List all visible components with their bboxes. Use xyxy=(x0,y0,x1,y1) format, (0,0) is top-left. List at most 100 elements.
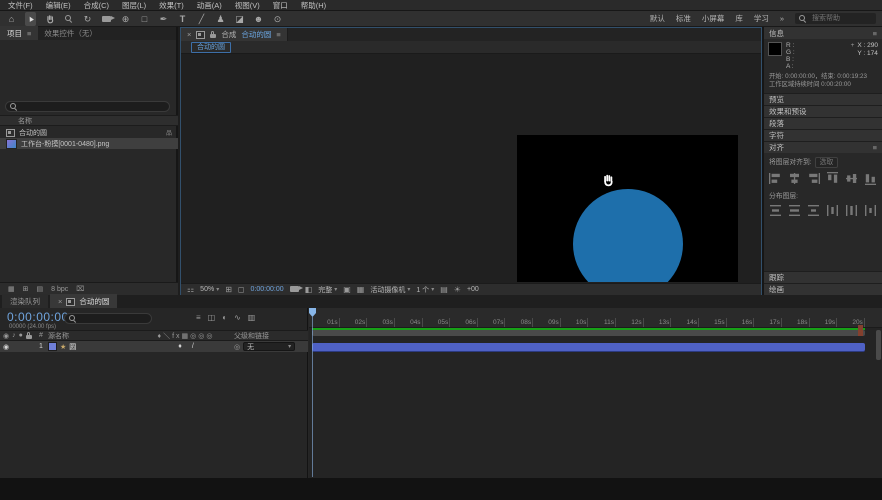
effects-presets-panel-header[interactable]: 效果和预设 xyxy=(764,105,882,117)
zoom-tool-icon[interactable] xyxy=(63,12,74,26)
mask-tool-icon[interactable]: □ xyxy=(139,12,150,26)
distribute-left-icon[interactable] xyxy=(825,204,839,216)
view-layout-select[interactable]: 1 个▾ xyxy=(416,285,434,295)
preview-panel-header[interactable]: 预览 xyxy=(764,93,882,105)
new-composition-icon[interactable]: ▤ xyxy=(37,285,44,293)
graph-editor-icon[interactable]: ∿ xyxy=(234,313,241,322)
project-search-input[interactable] xyxy=(18,102,152,111)
help-search[interactable] xyxy=(795,13,876,24)
character-panel-header[interactable]: 字符 xyxy=(764,129,882,141)
pan-behind-tool-icon[interactable]: ⊕ xyxy=(120,12,131,26)
parent-select[interactable]: 无 ▾ xyxy=(243,342,295,351)
layer-visibility-icon[interactable]: ◉ xyxy=(3,343,9,351)
tab-project[interactable]: 项目 ≡ xyxy=(0,26,38,40)
exposure-icon[interactable]: ☀ xyxy=(454,285,461,294)
eraser-tool-icon[interactable]: ◪ xyxy=(234,12,245,26)
menu-item[interactable]: 帮助(H) xyxy=(301,0,326,11)
panel-menu-icon[interactable]: ≡ xyxy=(873,29,877,38)
menu-item[interactable]: 编辑(E) xyxy=(46,0,71,11)
menu-item[interactable]: 效果(T) xyxy=(159,0,184,11)
workspace-overflow-icon[interactable]: » xyxy=(780,14,784,23)
lock-icon[interactable] xyxy=(210,34,216,38)
align-panel-header[interactable]: 对齐 ≡ xyxy=(764,141,882,153)
camera-tool-icon[interactable] xyxy=(101,12,112,26)
selection-tool-icon[interactable]: ▲ xyxy=(25,12,36,26)
distribute-horizontal-center-icon[interactable] xyxy=(844,204,858,216)
home-icon[interactable]: ⌂ xyxy=(6,12,17,26)
roto-brush-tool-icon[interactable]: ☻ xyxy=(253,12,264,26)
paint-panel-header[interactable]: 绘画 xyxy=(764,283,882,295)
mask-visibility-icon[interactable]: ◻ xyxy=(238,285,245,294)
hand-tool-icon[interactable] xyxy=(44,12,55,26)
project-name-column-header[interactable]: 名称 xyxy=(0,115,178,126)
timeline-search[interactable] xyxy=(64,313,152,324)
audio-column-icon[interactable]: ♪ xyxy=(12,332,16,339)
solo-column-icon[interactable]: ● xyxy=(19,332,23,339)
text-tool-icon[interactable]: T xyxy=(177,12,188,26)
layer-fx-switch[interactable]: / xyxy=(192,343,194,350)
puppet-tool-icon[interactable]: ⊙ xyxy=(272,12,283,26)
tracker-panel-header[interactable]: 跟踪 xyxy=(764,271,882,283)
tab-effect-controls[interactable]: 效果控件（无） xyxy=(38,26,103,40)
project-item-footage[interactable]: 工作台-粉摸[0001-0480].png xyxy=(0,138,178,149)
align-right-icon[interactable] xyxy=(807,172,821,184)
circle-layer[interactable] xyxy=(573,189,683,282)
new-folder-icon[interactable]: ⊞ xyxy=(23,285,29,293)
video-column-icon[interactable]: ◉ xyxy=(3,332,9,340)
switches-column-header[interactable]: ♦＼fx▦◎◎◎ xyxy=(140,331,232,341)
timeline-search-input[interactable] xyxy=(77,314,145,323)
align-left-icon[interactable] xyxy=(769,172,783,184)
tab-render-queue[interactable]: 渲染队列 xyxy=(2,294,48,308)
panel-menu-icon[interactable]: ≡ xyxy=(27,29,31,38)
layer-row[interactable]: ◉ 1 ★ 圆 ♦ / ◎ 无 ▾ xyxy=(0,341,308,352)
align-center-horizontal-icon[interactable] xyxy=(788,172,802,184)
flowchart-icon[interactable]: ▤ xyxy=(440,285,448,294)
info-panel-header[interactable]: 信息 ≡ xyxy=(764,27,882,39)
align-to-select[interactable]: 选取 xyxy=(815,157,839,168)
lock-column-icon[interactable] xyxy=(26,335,32,339)
resolution-select[interactable]: 完整▾ xyxy=(318,285,337,295)
distribute-top-icon[interactable] xyxy=(769,204,783,216)
paragraph-panel-header[interactable]: 段落 xyxy=(764,117,882,129)
panel-menu-icon[interactable]: ≡ xyxy=(276,30,280,39)
workspace-item[interactable]: 学习 xyxy=(754,13,769,24)
motion-blur-icon[interactable]: ◐ xyxy=(222,313,227,322)
distribute-right-icon[interactable] xyxy=(863,204,877,216)
current-time-display[interactable]: 0:00:00:00 xyxy=(7,310,69,324)
frame-blending-icon[interactable]: ◫ xyxy=(208,313,216,322)
pen-tool-icon[interactable]: ✒ xyxy=(158,12,169,26)
delete-icon[interactable]: ⌧ xyxy=(76,285,84,293)
channels-icon[interactable]: ◧ xyxy=(305,285,313,294)
align-top-icon[interactable] xyxy=(825,172,839,184)
menu-item[interactable]: 图层(L) xyxy=(122,0,146,11)
exposure-value[interactable]: +00 xyxy=(467,286,479,293)
project-item-composition[interactable]: 合动的圆 品 xyxy=(0,127,178,138)
usage-icon[interactable]: 品 xyxy=(166,128,172,137)
transparency-grid-icon[interactable]: ▦ xyxy=(357,285,365,294)
menu-item[interactable]: 窗口 xyxy=(273,0,288,11)
workspace-item[interactable]: 小屏幕 xyxy=(702,13,725,24)
workspace-item[interactable]: 库 xyxy=(735,13,743,24)
composition-viewport[interactable] xyxy=(517,135,738,282)
tab-composition[interactable]: × 合成 合动的圆 ≡ xyxy=(181,28,288,41)
menu-item[interactable]: 动画(A) xyxy=(197,0,222,11)
grid-guides-icon[interactable]: ⊞ xyxy=(225,285,232,294)
orbit-tool-icon[interactable]: ↻ xyxy=(82,12,93,26)
workspace-item[interactable]: 标准 xyxy=(676,13,691,24)
timeline-marker[interactable] xyxy=(858,325,863,336)
comp-current-time[interactable]: 0:00:00:00 xyxy=(251,286,284,293)
layer-duration-bar[interactable] xyxy=(312,343,865,351)
layer-color-chip[interactable] xyxy=(48,342,57,351)
breadcrumb[interactable]: 合动的圆 xyxy=(191,42,231,53)
color-depth-label[interactable]: 8 bpc xyxy=(51,286,68,293)
zoom-select[interactable]: 50%▾ xyxy=(200,286,219,293)
align-bottom-icon[interactable] xyxy=(863,172,877,184)
menu-item[interactable]: 合成(C) xyxy=(84,0,109,11)
distribute-bottom-icon[interactable] xyxy=(807,204,821,216)
workspace-item[interactable]: 默认 xyxy=(650,13,665,24)
layer-name[interactable]: 圆 xyxy=(69,342,76,352)
menu-item[interactable]: 文件(F) xyxy=(8,0,33,11)
camera-select[interactable]: 活动摄像机▾ xyxy=(370,285,410,295)
project-search[interactable] xyxy=(5,101,170,112)
shy-layers-icon[interactable]: ≡ xyxy=(196,313,201,322)
